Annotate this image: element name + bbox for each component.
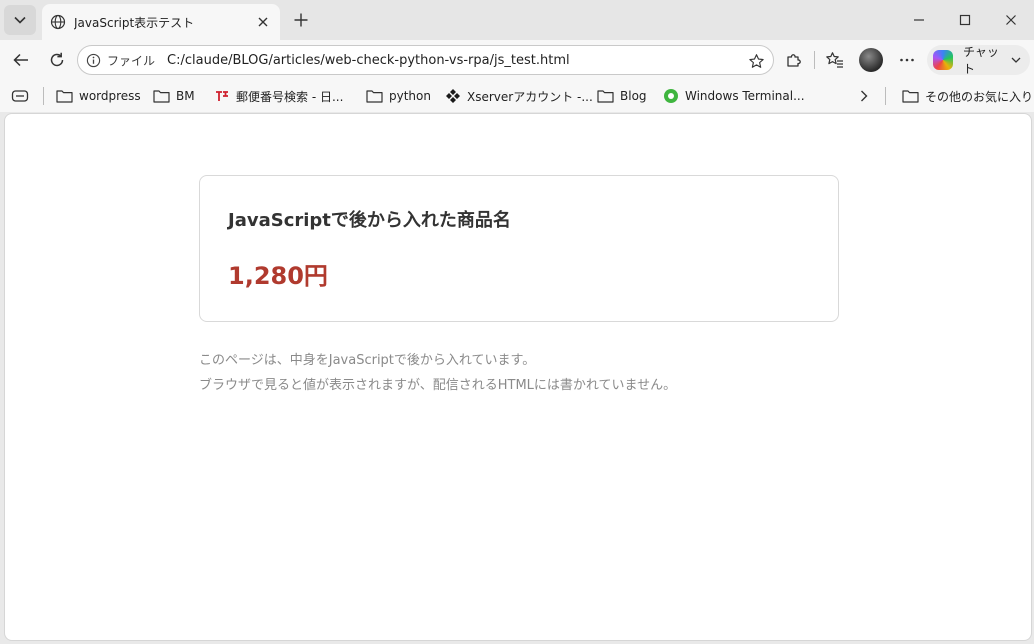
terminal-icon <box>664 89 678 103</box>
star-icon <box>748 53 764 68</box>
tab-close-button[interactable] <box>254 13 272 31</box>
scheme-label: ファイル <box>107 53 156 68</box>
bookmarks-separator <box>43 87 44 105</box>
bookmark-item[interactable]: python <box>366 86 431 106</box>
puzzle-icon <box>787 54 801 67</box>
close-window-button[interactable] <box>988 6 1034 34</box>
bookmarks-overflow-button[interactable] <box>858 86 870 106</box>
bookmark-item[interactable]: BM <box>153 86 195 106</box>
jp-post-icon <box>216 91 228 101</box>
close-icon <box>258 17 268 27</box>
product-name: JavaScriptで後から入れた商品名 <box>228 210 511 231</box>
favorites-list-icon <box>826 52 843 68</box>
folder-icon <box>902 90 919 103</box>
reload-icon <box>50 52 64 67</box>
info-icon[interactable] <box>86 53 101 68</box>
tab-actions-button[interactable] <box>11 86 29 106</box>
bookmarks-separator <box>885 87 886 105</box>
product-card: JavaScriptで後から入れた商品名 1,280円 <box>199 175 839 322</box>
bookmark-item[interactable]: Windows Terminal... <box>663 86 805 106</box>
reload-button[interactable] <box>43 46 71 74</box>
profile-avatar[interactable] <box>859 48 883 72</box>
folder-icon <box>366 90 383 103</box>
minimize-button[interactable] <box>896 6 942 34</box>
new-tab-button[interactable] <box>290 9 312 31</box>
tab-active[interactable]: JavaScript表示テスト <box>42 4 280 40</box>
folder-icon <box>56 90 73 103</box>
globe-icon <box>50 14 66 30</box>
folder-icon <box>597 90 614 103</box>
maximize-icon <box>959 14 971 26</box>
bookmarks-bar: wordpress BM 郵便番号検索 - 日... python Xserve… <box>0 80 1034 112</box>
page-viewport: JavaScriptで後から入れた商品名 1,280円 このページは、中身をJa… <box>4 113 1032 641</box>
note-line-2: ブラウザで見ると値が表示されますが、配信されるHTMLには書かれていません。 <box>199 378 677 393</box>
tab-actions-icon <box>11 90 29 102</box>
copilot-chat-button[interactable]: チャット <box>927 45 1030 76</box>
tab-strip: JavaScript表示テスト <box>0 0 1034 40</box>
address-bar[interactable]: ファイル C:/claude/BLOG/articles/web-check-p… <box>77 45 774 75</box>
favorite-button[interactable] <box>745 50 767 72</box>
tab-search-button[interactable] <box>4 5 36 35</box>
bookmark-item[interactable]: wordpress <box>56 86 141 106</box>
copilot-icon <box>933 50 953 70</box>
tab-title: JavaScript表示テスト <box>74 15 195 30</box>
arrow-left-icon <box>13 53 28 67</box>
other-bookmarks[interactable]: その他のお気に入り <box>902 86 1033 106</box>
folder-icon <box>153 90 170 103</box>
back-button[interactable] <box>7 46 35 74</box>
toolbar-separator <box>814 51 815 69</box>
note-line-1: このページは、中身をJavaScriptで後から入れています。 <box>199 353 536 368</box>
copilot-chat-label: チャット <box>963 45 999 76</box>
close-icon <box>1006 15 1016 25</box>
chevron-right-icon <box>861 90 868 102</box>
extensions-button[interactable] <box>782 48 806 72</box>
bookmark-item[interactable]: 郵便番号検索 - 日... <box>214 86 343 106</box>
chevron-down-icon <box>1011 57 1021 63</box>
maximize-button[interactable] <box>942 6 988 34</box>
plus-icon <box>294 13 308 27</box>
more-icon <box>900 58 914 62</box>
bookmark-item[interactable]: Xserverアカウント -... <box>445 86 593 106</box>
chevron-down-icon <box>14 16 26 24</box>
more-menu-button[interactable] <box>895 48 919 72</box>
product-price: 1,280円 <box>228 262 328 290</box>
xserver-icon <box>446 89 460 103</box>
bookmark-item[interactable]: Blog <box>597 86 647 106</box>
favorites-button[interactable] <box>823 48 847 72</box>
url-text[interactable]: C:/claude/BLOG/articles/web-check-python… <box>167 53 570 68</box>
minimize-icon <box>914 19 924 21</box>
